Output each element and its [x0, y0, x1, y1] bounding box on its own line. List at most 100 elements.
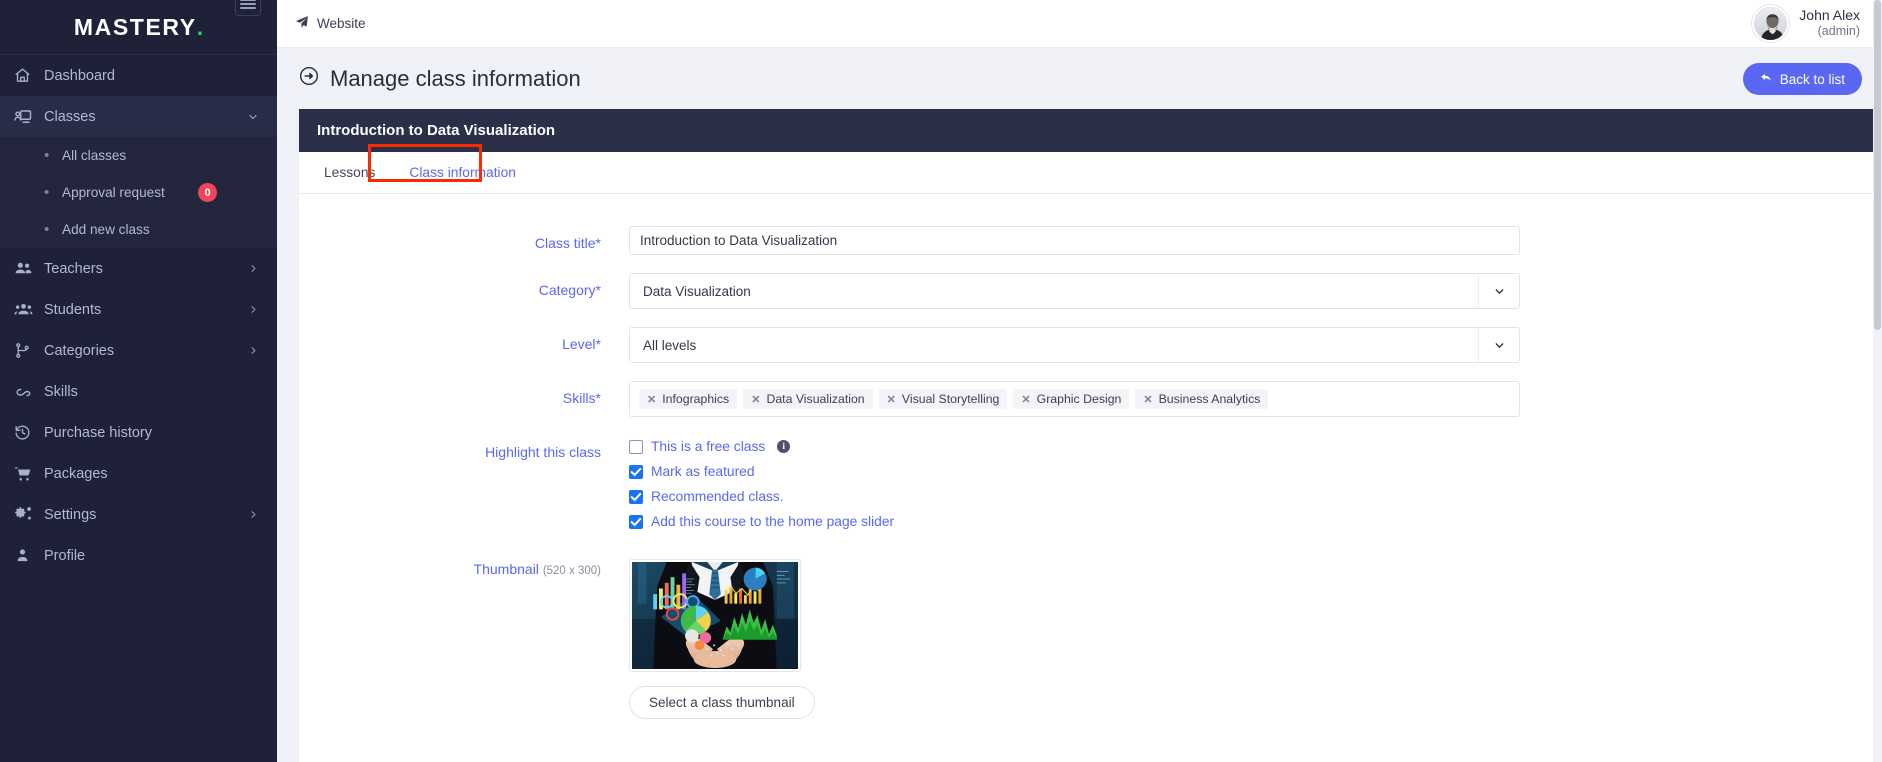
sidebar-item-dashboard[interactable]: Dashboard	[0, 55, 277, 96]
categories-branch-icon	[14, 342, 44, 359]
sidebar-item-packages[interactable]: Packages	[0, 453, 277, 494]
remove-chip-icon[interactable]: ✕	[1021, 393, 1030, 406]
sidebar-item-add-new-class[interactable]: • Add new class	[0, 211, 277, 248]
sidebar-item-categories[interactable]: Categories	[0, 330, 277, 371]
page-scrollbar[interactable]	[1873, 0, 1882, 762]
level-select[interactable]: All levels	[629, 327, 1520, 363]
remove-chip-icon[interactable]: ✕	[647, 393, 656, 406]
skill-chip-label: Business Analytics	[1158, 392, 1261, 406]
form-row-skills: Skills* ✕ Infographics ✕ Data Visualizatio…	[299, 381, 1882, 417]
history-clock-icon	[14, 424, 44, 441]
checkbox-mark-as-featured[interactable]: Mark as featured	[629, 464, 1520, 479]
sidebar-item-students[interactable]: Students	[0, 289, 277, 330]
level-label: Level*	[562, 336, 601, 352]
sidebar-item-approval-request[interactable]: • Approval request 0	[0, 174, 277, 211]
remove-chip-icon[interactable]: ✕	[1143, 393, 1152, 406]
chevron-down-icon[interactable]	[1478, 274, 1519, 308]
gears-icon	[14, 505, 44, 524]
user-menu[interactable]: John Alex (admin)	[1752, 5, 1870, 42]
class-title-control	[629, 226, 1520, 255]
sidebar-item-settings[interactable]: Settings	[0, 494, 277, 535]
page-title: Manage class information	[299, 66, 581, 92]
sidebar: MASTERY. Dashboard Classes • All classes…	[0, 0, 277, 762]
checkbox-label: Recommended class.	[651, 489, 784, 504]
skill-chip[interactable]: ✕ Infographics	[639, 389, 738, 409]
highlight-options: This is a free class i Mark as featured …	[629, 435, 1520, 539]
checkbox-box[interactable]	[629, 464, 643, 479]
class-information-card: Introduction to Data Visualization Lesso…	[299, 109, 1882, 762]
sidebar-subitem-label: Add new class	[62, 222, 150, 237]
sidebar-item-label: Settings	[44, 506, 97, 523]
level-selected-value: All levels	[643, 337, 697, 353]
thumbnail-control: Select a class thumbnail	[629, 559, 1520, 719]
checkbox-box[interactable]	[629, 439, 643, 454]
user-role: (admin)	[1817, 24, 1860, 39]
chevron-right-icon	[248, 345, 259, 356]
skill-chip-label: Data Visualization	[766, 392, 865, 406]
class-information-form: Class title* Category* Data Visualizatio…	[299, 194, 1882, 762]
sidebar-item-label: Teachers	[44, 260, 103, 277]
teachers-icon	[14, 259, 44, 278]
skill-chip[interactable]: ✕ Data Visualization	[743, 389, 873, 409]
sidebar-item-label: Skills	[44, 383, 78, 400]
sidebar-item-profile[interactable]: Profile	[0, 535, 277, 576]
send-paper-plane-icon	[295, 15, 309, 32]
chevron-right-icon	[248, 509, 259, 520]
brand-name: MASTERY	[73, 13, 197, 40]
remove-chip-icon[interactable]: ✕	[751, 393, 760, 406]
sidebar-item-label: Students	[44, 301, 102, 318]
brand-dot: .	[196, 13, 204, 40]
scrollbar-thumb[interactable]	[1874, 0, 1881, 330]
form-row-highlight: Highlight this class This is a free clas…	[299, 435, 1882, 539]
category-select[interactable]: Data Visualization	[629, 273, 1520, 309]
tab-class-information[interactable]: Class information	[392, 154, 533, 191]
sidebar-item-purchase-history[interactable]: Purchase history	[0, 412, 277, 453]
skill-chip[interactable]: ✕ Business Analytics	[1135, 389, 1269, 409]
person-holding-data-charts-photo	[632, 562, 798, 669]
user-info: John Alex (admin)	[1799, 7, 1860, 40]
topbar: Website John Alex (admin)	[277, 0, 1882, 47]
user-icon	[14, 547, 44, 564]
sidebar-item-skills[interactable]: Skills	[0, 371, 277, 412]
skills-tag-input[interactable]: ✕ Infographics ✕ Data Visualization ✕ Visua…	[629, 381, 1520, 417]
sidebar-item-teachers[interactable]: Teachers	[0, 248, 277, 289]
brand-logo[interactable]: MASTERY.	[0, 0, 277, 55]
select-thumbnail-button[interactable]: Select a class thumbnail	[629, 686, 815, 719]
website-link[interactable]: Website	[295, 15, 366, 32]
skills-control: ✕ Infographics ✕ Data Visualization ✕ Visua…	[629, 381, 1520, 417]
hamburger-menu-icon[interactable]	[235, 0, 261, 16]
sidebar-item-all-classes[interactable]: • All classes	[0, 137, 277, 174]
chevron-down-icon	[247, 111, 259, 123]
sidebar-item-classes[interactable]: Classes	[0, 96, 277, 137]
checkbox-free-class[interactable]: This is a free class i	[629, 439, 1520, 454]
sidebar-item-label: Categories	[44, 342, 115, 359]
class-title-input[interactable]	[629, 226, 1520, 255]
sidebar-item-label: Dashboard	[44, 67, 115, 84]
sidebar-item-label: Purchase history	[44, 424, 152, 441]
skill-chip-label: Graphic Design	[1036, 392, 1122, 406]
checkbox-recommended-class[interactable]: Recommended class.	[629, 489, 1520, 504]
checkbox-box[interactable]	[629, 489, 643, 504]
classes-submenu: • All classes • Approval request 0 • Add…	[0, 137, 277, 248]
skill-chip[interactable]: ✕ Graphic Design	[1013, 389, 1130, 409]
chevron-right-icon	[248, 263, 259, 274]
app-root: MASTERY. Dashboard Classes • All classes…	[0, 0, 1882, 762]
sidebar-subitem-label: Approval request	[62, 185, 165, 200]
sidebar-item-label: Packages	[44, 465, 108, 482]
level-control: All levels	[629, 327, 1520, 363]
skill-chip[interactable]: ✕ Visual Storytelling	[878, 389, 1008, 409]
highlight-label: Highlight this class	[485, 444, 601, 460]
tab-lessons[interactable]: Lessons	[307, 154, 392, 191]
tab-bar: Lessons Class information	[299, 144, 1882, 194]
back-arrow-icon	[1760, 71, 1773, 87]
back-to-list-button[interactable]: Back to list	[1742, 63, 1862, 95]
checkbox-home-page-slider[interactable]: Add this course to the home page slider	[629, 514, 1520, 529]
checkbox-box[interactable]	[629, 514, 643, 529]
page-header: Manage class information Back to list	[277, 47, 1882, 109]
form-row-class-title: Class title*	[299, 226, 1882, 255]
remove-chip-icon[interactable]: ✕	[887, 393, 896, 406]
sidebar-item-label: Profile	[44, 547, 86, 564]
info-icon[interactable]: i	[777, 440, 791, 453]
arrow-circle-right-icon	[299, 66, 319, 92]
chevron-down-icon[interactable]	[1478, 328, 1519, 362]
